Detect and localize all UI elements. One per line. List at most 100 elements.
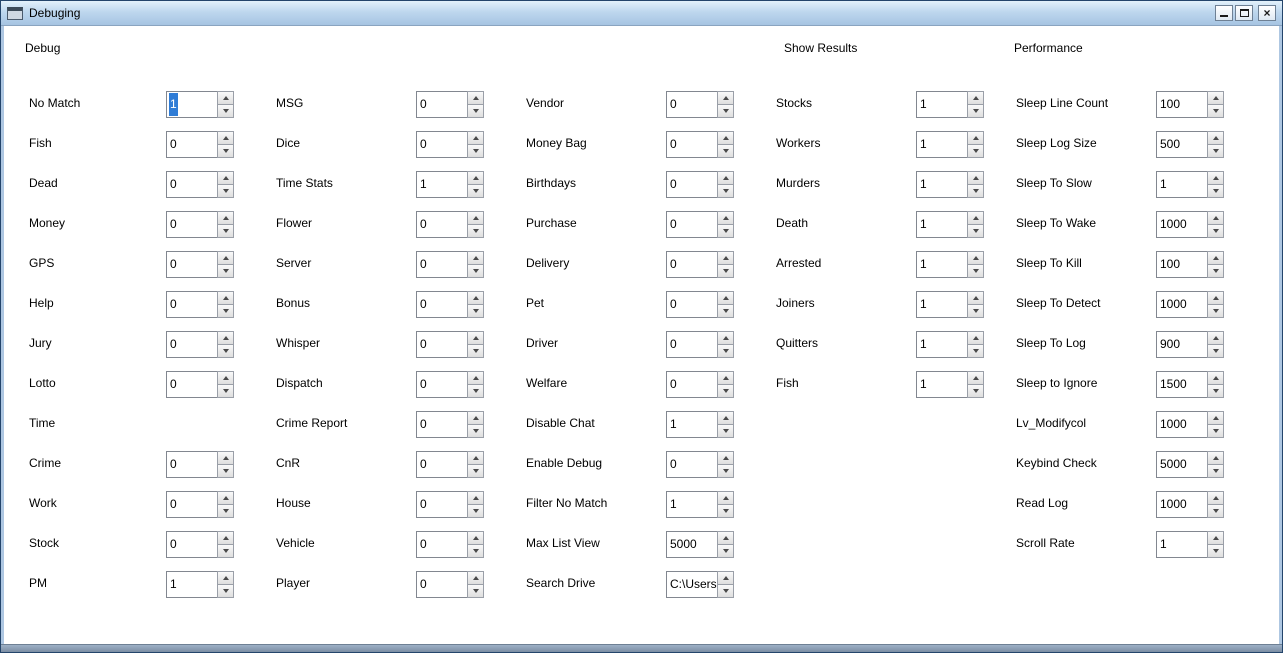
spinner-input[interactable]: 0	[666, 251, 717, 278]
spin-up-button[interactable]	[1207, 491, 1224, 505]
spinner-input[interactable]: 0	[166, 371, 217, 398]
spin-up-button[interactable]	[1207, 411, 1224, 425]
spinner-input[interactable]: 0	[416, 211, 467, 238]
spin-up-button[interactable]	[717, 571, 734, 585]
spin-up-button[interactable]	[467, 91, 484, 105]
spin-up-button[interactable]	[217, 91, 234, 105]
maximize-button[interactable]	[1235, 5, 1253, 21]
spin-up-button[interactable]	[717, 411, 734, 425]
spin-up-button[interactable]	[217, 291, 234, 305]
spin-up-button[interactable]	[717, 211, 734, 225]
spin-down-button[interactable]	[467, 185, 484, 198]
spin-down-button[interactable]	[467, 425, 484, 438]
spinner-input[interactable]: 0	[416, 251, 467, 278]
spinner-input[interactable]: 0	[666, 131, 717, 158]
spin-down-button[interactable]	[1207, 105, 1224, 118]
spin-down-button[interactable]	[717, 345, 734, 358]
spin-down-button[interactable]	[217, 145, 234, 158]
spinner-input[interactable]: 1	[666, 491, 717, 518]
spinner-input[interactable]: 0	[416, 371, 467, 398]
spinner-input[interactable]: C:\Users	[666, 571, 717, 598]
spinner-input[interactable]: 1	[916, 331, 967, 358]
spin-up-button[interactable]	[1207, 291, 1224, 305]
spinner-input[interactable]: 0	[166, 171, 217, 198]
spin-down-button[interactable]	[467, 465, 484, 478]
spin-up-button[interactable]	[467, 131, 484, 145]
spinner-input[interactable]: 0	[416, 331, 467, 358]
spinner-input[interactable]: 0	[666, 371, 717, 398]
spin-up-button[interactable]	[967, 371, 984, 385]
close-button[interactable]: ×	[1258, 5, 1276, 21]
spinner-input[interactable]: 0	[166, 531, 217, 558]
spin-down-button[interactable]	[467, 105, 484, 118]
spin-down-button[interactable]	[217, 225, 234, 238]
spin-up-button[interactable]	[717, 531, 734, 545]
spinner-input[interactable]: 1500	[1156, 371, 1207, 398]
spin-down-button[interactable]	[717, 505, 734, 518]
spinner-input[interactable]: 100	[1156, 251, 1207, 278]
spinner-input[interactable]: 0	[416, 131, 467, 158]
spinner-input[interactable]: 0	[416, 491, 467, 518]
spinner-input[interactable]: 0	[166, 251, 217, 278]
spin-down-button[interactable]	[717, 185, 734, 198]
spin-down-button[interactable]	[467, 305, 484, 318]
spin-down-button[interactable]	[467, 345, 484, 358]
spinner-input[interactable]: 1	[916, 211, 967, 238]
spin-up-button[interactable]	[1207, 531, 1224, 545]
spin-up-button[interactable]	[967, 211, 984, 225]
spin-down-button[interactable]	[467, 505, 484, 518]
spin-up-button[interactable]	[467, 371, 484, 385]
spin-down-button[interactable]	[217, 105, 234, 118]
spin-down-button[interactable]	[217, 185, 234, 198]
spinner-input[interactable]: 1	[916, 91, 967, 118]
spinner-input[interactable]: 0	[416, 91, 467, 118]
spin-up-button[interactable]	[217, 371, 234, 385]
spin-down-button[interactable]	[1207, 465, 1224, 478]
spin-down-button[interactable]	[217, 265, 234, 278]
spinner-input[interactable]: 1	[416, 171, 467, 198]
spinner-input[interactable]: 1	[916, 371, 967, 398]
spin-down-button[interactable]	[467, 225, 484, 238]
spin-up-button[interactable]	[967, 91, 984, 105]
spin-down-button[interactable]	[967, 265, 984, 278]
spin-down-button[interactable]	[1207, 385, 1224, 398]
titlebar[interactable]: Debuging ×	[1, 1, 1282, 26]
spin-up-button[interactable]	[1207, 91, 1224, 105]
spinner-input[interactable]: 1	[166, 91, 217, 118]
spin-up-button[interactable]	[467, 211, 484, 225]
spinner-input[interactable]: 1	[916, 291, 967, 318]
spin-down-button[interactable]	[967, 105, 984, 118]
spin-down-button[interactable]	[217, 385, 234, 398]
spin-down-button[interactable]	[717, 145, 734, 158]
spin-down-button[interactable]	[467, 585, 484, 598]
spin-up-button[interactable]	[467, 451, 484, 465]
spin-down-button[interactable]	[1207, 505, 1224, 518]
spin-up-button[interactable]	[1207, 131, 1224, 145]
spinner-input[interactable]: 0	[166, 131, 217, 158]
spinner-input[interactable]: 1	[666, 411, 717, 438]
spin-down-button[interactable]	[717, 265, 734, 278]
spin-up-button[interactable]	[1207, 211, 1224, 225]
spin-up-button[interactable]	[217, 251, 234, 265]
spinner-input[interactable]: 0	[416, 411, 467, 438]
spin-up-button[interactable]	[467, 531, 484, 545]
spin-down-button[interactable]	[967, 145, 984, 158]
spin-down-button[interactable]	[217, 505, 234, 518]
spin-up-button[interactable]	[217, 171, 234, 185]
spin-down-button[interactable]	[217, 465, 234, 478]
spinner-input[interactable]: 0	[416, 571, 467, 598]
spin-down-button[interactable]	[1207, 545, 1224, 558]
spin-up-button[interactable]	[217, 531, 234, 545]
spinner-input[interactable]: 0	[166, 291, 217, 318]
spin-down-button[interactable]	[717, 465, 734, 478]
spinner-input[interactable]: 0	[666, 451, 717, 478]
spinner-input[interactable]: 100	[1156, 91, 1207, 118]
spin-down-button[interactable]	[717, 105, 734, 118]
spin-down-button[interactable]	[1207, 305, 1224, 318]
spin-up-button[interactable]	[967, 291, 984, 305]
spin-up-button[interactable]	[1207, 251, 1224, 265]
spin-up-button[interactable]	[967, 131, 984, 145]
spin-down-button[interactable]	[717, 385, 734, 398]
spin-up-button[interactable]	[967, 331, 984, 345]
spin-down-button[interactable]	[717, 545, 734, 558]
